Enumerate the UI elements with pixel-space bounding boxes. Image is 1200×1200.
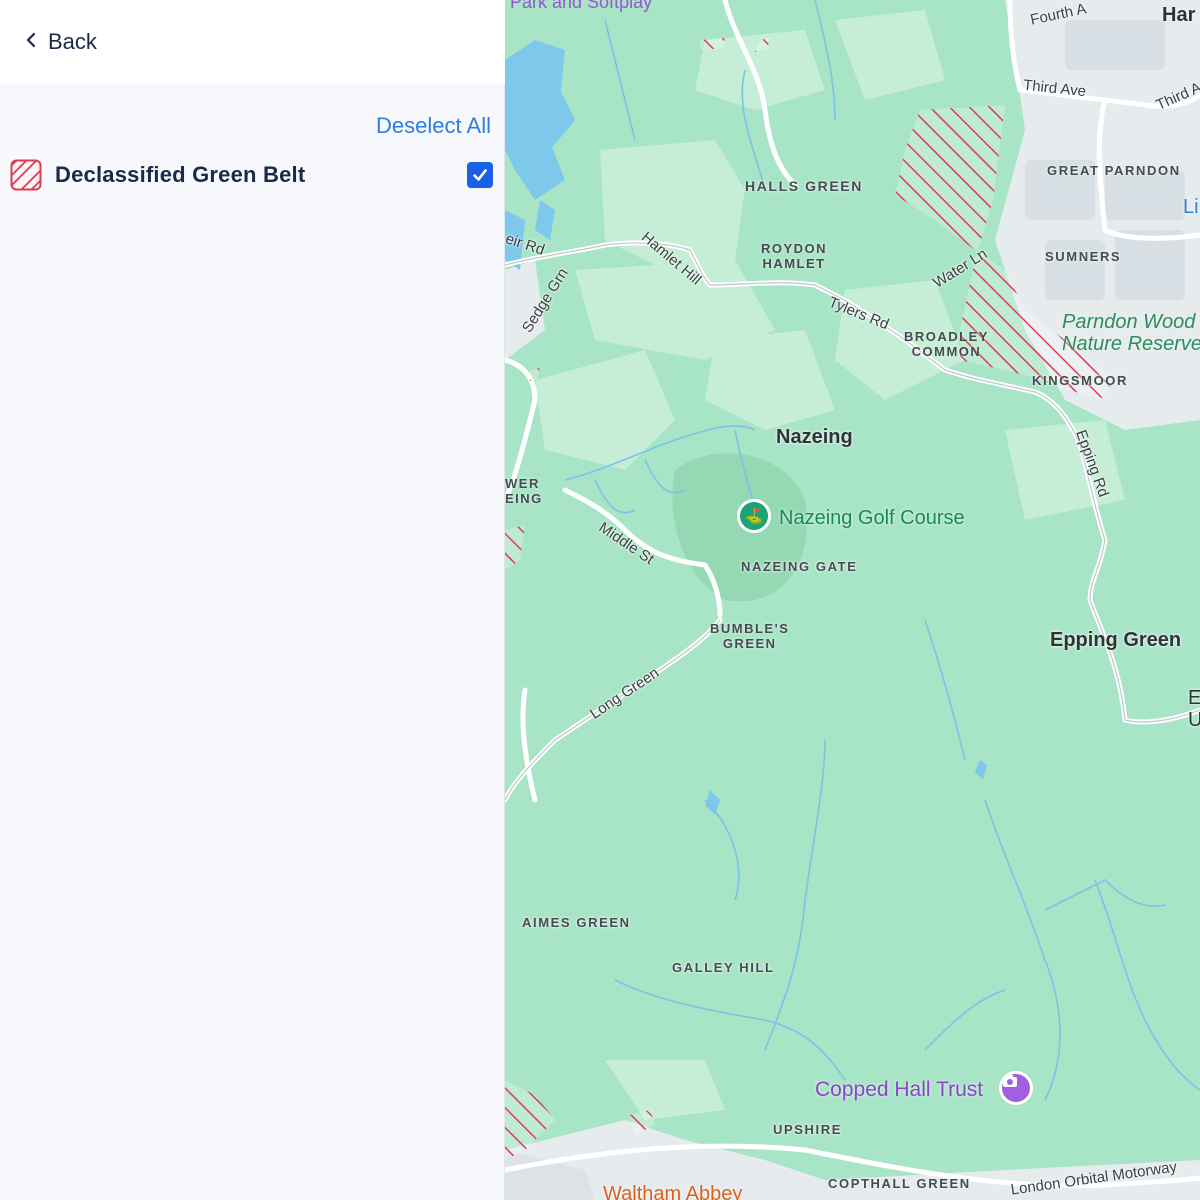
place-lower-nazeing-partial: WER EING — [505, 476, 543, 506]
poi-parndon-line2: Nature Reserve — [1062, 333, 1200, 355]
place-bumbles-line2: GREEN — [722, 636, 777, 651]
camera-glyph — [1003, 1075, 1017, 1087]
place-right-edge-u: U — [1188, 709, 1200, 731]
place-bumbles-green: BUMBLE'S GREEN — [710, 621, 789, 651]
poi-nazeing-golf-course[interactable]: Nazeing Golf Course — [779, 507, 965, 530]
panel-header: Back — [0, 0, 505, 84]
place-upshire: UPSHIRE — [773, 1122, 842, 1137]
place-lower-line1: WER — [505, 476, 540, 491]
layer-row-declassified-green-belt[interactable]: Declassified Green Belt — [10, 158, 494, 192]
layer-checkbox[interactable] — [467, 162, 493, 188]
place-right-edge-e: E — [1188, 687, 1200, 709]
back-button[interactable]: Back — [24, 26, 97, 58]
place-sumners: SUMNERS — [1045, 249, 1122, 264]
place-roydon-hamlet: ROYDON HAMLET — [761, 241, 827, 271]
town-harlow-partial: Har — [1162, 4, 1196, 26]
chevron-left-icon — [24, 32, 38, 53]
place-roydon-hamlet-line1: ROYDON — [761, 241, 828, 256]
checkmark-icon — [473, 169, 487, 181]
place-aimes-green: AIMES GREEN — [522, 915, 631, 930]
place-broadley-line2: COMMON — [911, 344, 982, 359]
layer-label: Declassified Green Belt — [55, 162, 306, 187]
deselect-all-link[interactable]: Deselect All — [376, 113, 491, 139]
place-lower-line2: EING — [505, 491, 543, 506]
diagonal-hatch-swatch-icon — [10, 159, 42, 191]
place-broadley-common: BROADLEY COMMON — [904, 329, 989, 359]
town-nazeing: Nazeing — [776, 426, 853, 448]
place-galley-hill: GALLEY HILL — [672, 960, 775, 975]
town-epping-green: Epping Green — [1050, 629, 1182, 651]
camera-icon[interactable] — [999, 1071, 1033, 1105]
layers-panel: Back Deselect All Declassified Green Bel… — [0, 0, 505, 1200]
place-nazeing-gate: NAZEING GATE — [741, 559, 858, 574]
map-view[interactable]: Park and Softplay Har Fourth A Third Ave… — [505, 0, 1200, 1200]
back-label: Back — [48, 29, 97, 54]
poi-park-softplay[interactable]: Park and Softplay — [510, 0, 652, 13]
poi-parndon-wood[interactable]: Parndon Wood Nature Reserve — [1062, 311, 1200, 355]
place-right-edge-li: Li — [1183, 196, 1199, 218]
place-kingsmoor: KINGSMOOR — [1032, 373, 1129, 388]
place-roydon-hamlet-line2: HAMLET — [762, 256, 826, 271]
place-halls-green: HALLS GREEN — [745, 178, 863, 194]
poi-waltham-abbey[interactable]: Waltham Abbey — [603, 1183, 742, 1200]
poi-copped-hall-trust[interactable]: Copped Hall Trust — [815, 1078, 983, 1102]
poi-parndon-line1: Parndon Wood — [1062, 311, 1196, 333]
place-broadley-line1: BROADLEY — [904, 329, 989, 344]
golf-flag-icon[interactable]: ⛳ — [737, 499, 771, 533]
place-copthall-green: COPTHALL GREEN — [828, 1176, 971, 1191]
place-bumbles-line1: BUMBLE'S — [710, 621, 790, 636]
place-great-parndon: GREAT PARNDON — [1047, 163, 1181, 178]
